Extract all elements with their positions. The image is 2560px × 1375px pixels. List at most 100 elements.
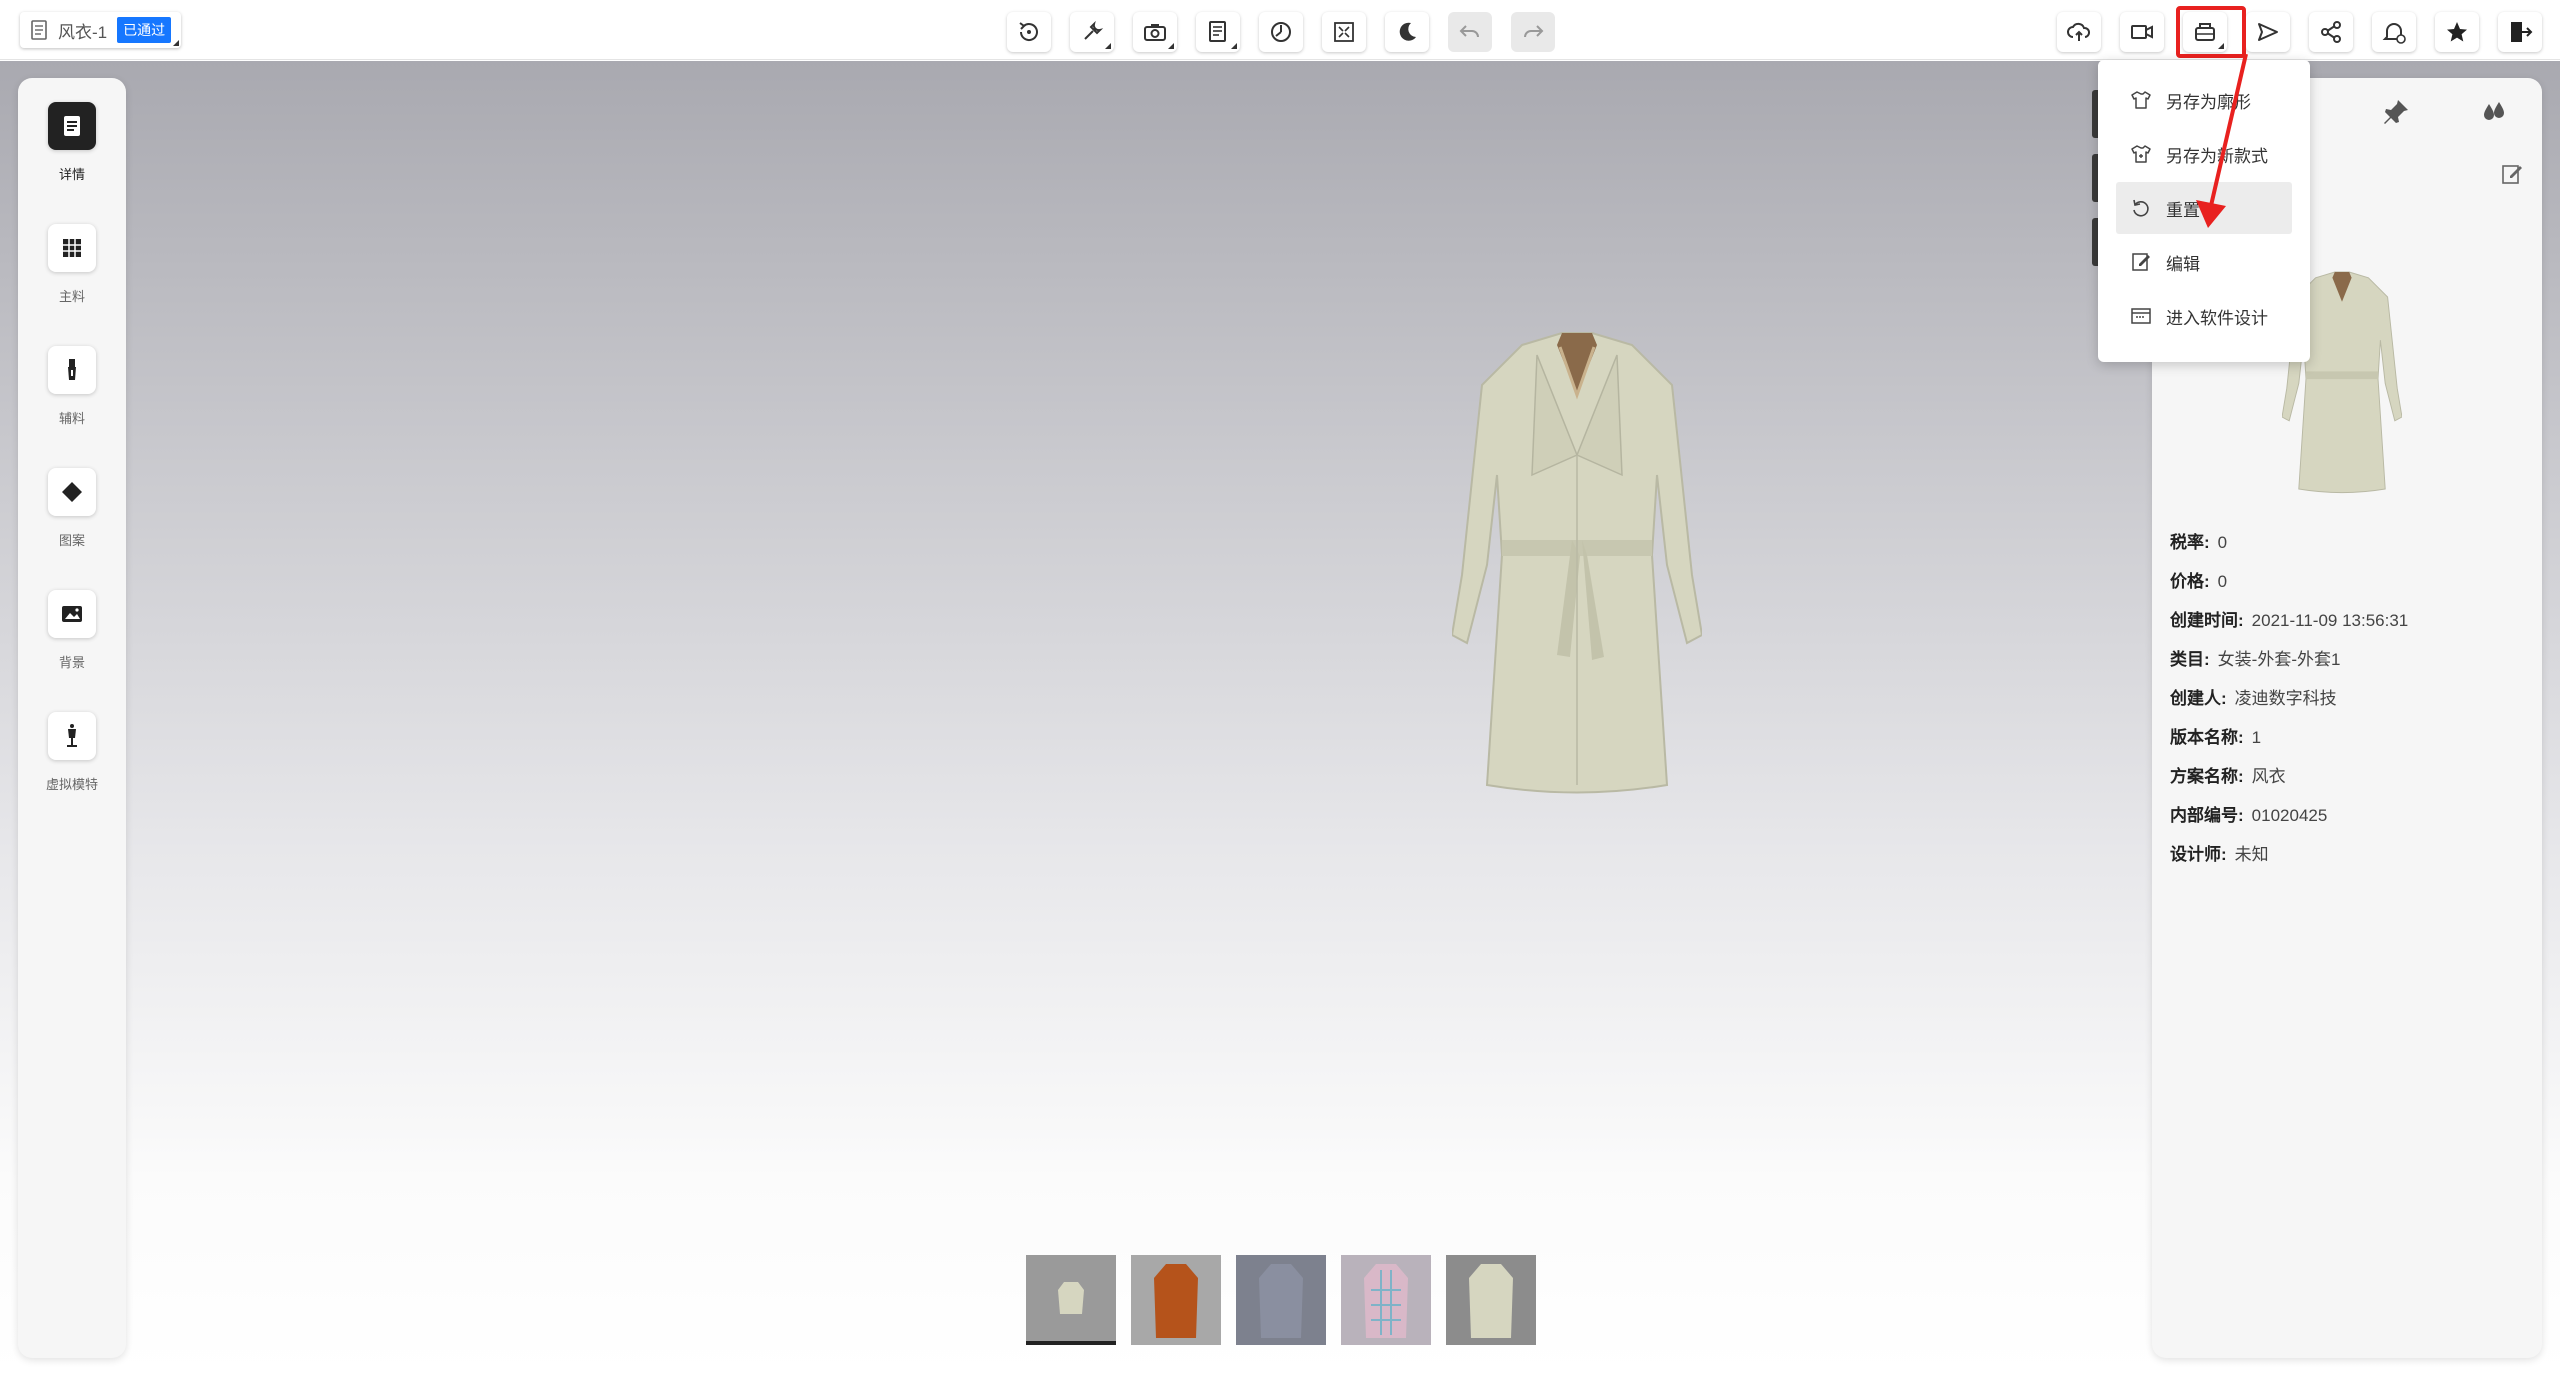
exit-button[interactable]: [2498, 12, 2542, 52]
undo-button[interactable]: [1448, 12, 1492, 52]
info-row-created-time: 创建时间: 2021-11-09 13:56:31: [2170, 606, 2408, 645]
status-badge: 已通过: [117, 17, 172, 43]
garment-3d-model[interactable]: [1452, 325, 1702, 795]
sidebar-item-accessories[interactable]: 辅料: [18, 346, 126, 456]
cloud-upload-button[interactable]: [2057, 12, 2101, 52]
document-title: 风衣-1: [58, 22, 108, 42]
menu-item-edit[interactable]: 编辑: [2116, 236, 2292, 288]
sidebar-item-fabric[interactable]: 主料: [18, 224, 126, 334]
screenshot-button[interactable]: [1133, 12, 1177, 52]
save-as-icon: [2195, 23, 2215, 41]
dark-mode-button[interactable]: [1385, 12, 1429, 52]
info-key: 税率:: [2170, 533, 2210, 552]
top-toolbar: 风衣-1 已通过: [0, 0, 2560, 60]
background-icon-box: [48, 590, 96, 638]
menu-item-reset[interactable]: 重置: [2116, 182, 2292, 234]
menu-item-enter-software-design[interactable]: 进入软件设计: [2116, 290, 2292, 342]
sidebar-item-background[interactable]: 背景: [18, 590, 126, 700]
sidebar-item-virtual-model[interactable]: 虚拟模特: [18, 712, 126, 822]
undo-icon: [1459, 25, 1479, 38]
tools-button[interactable]: [1070, 12, 1114, 52]
info-key: 类目:: [2170, 650, 2210, 669]
sidebar-item-label: 虚拟模特: [45, 777, 98, 792]
save-as-button[interactable]: [2183, 12, 2227, 52]
thumbnail-plaid-coat[interactable]: [1341, 1255, 1431, 1345]
info-row-internal-number: 内部编号: 01020425: [2170, 801, 2408, 840]
sidebar-item-pattern[interactable]: 图案: [18, 468, 126, 578]
send-icon: [2258, 23, 2278, 41]
dropdown-corner-icon: [1168, 43, 1174, 49]
info-row-creator: 创建人: 凌迪数字科技: [2170, 684, 2408, 723]
menu-item-save-as-silhouette[interactable]: 另存为廓形: [2116, 74, 2292, 126]
details-info-list: 税率: 0 价格: 0 创建时间: 2021-11-09 13:56:31 类目: 女装…: [2170, 528, 2408, 879]
background-image-icon: [62, 606, 82, 622]
menu-item-label: 另存为新款式: [2166, 146, 2268, 166]
sidebar-item-label: 图案: [58, 533, 85, 548]
sidebar-item-label: 辅料: [58, 411, 85, 426]
star-icon: [2447, 22, 2467, 42]
save-as-dropdown-menu: 另存为廓形 另存为新款式 重置 编辑 进入软件设计: [2098, 60, 2310, 362]
info-key: 方案名称:: [2170, 767, 2244, 786]
bell-settings-button[interactable]: [2372, 12, 2416, 52]
sidebar-item-details[interactable]: 详情: [18, 102, 126, 212]
bell-settings-icon: [2382, 23, 2406, 44]
document-title-tag[interactable]: 风衣-1 已通过: [20, 12, 182, 48]
timer-icon: [1271, 22, 1291, 42]
menu-item-label: 重置: [2166, 200, 2200, 220]
info-key: 版本名称:: [2170, 728, 2244, 747]
send-button[interactable]: [2246, 12, 2290, 52]
pattern-icon-box: [48, 468, 96, 516]
dropdown-corner-icon: [2218, 43, 2224, 49]
redo-button[interactable]: [1511, 12, 1555, 52]
info-value: 2021-11-09 13:56:31: [2251, 611, 2409, 630]
menu-item-save-as-new-style[interactable]: 另存为新款式: [2116, 128, 2292, 180]
details-icon-box: [48, 102, 96, 150]
thumbnail-orange-coat[interactable]: [1131, 1255, 1221, 1345]
coat-thumbnail-icon: [1364, 1264, 1408, 1338]
document-icon: [31, 20, 47, 40]
sidebar-item-label: 详情: [58, 167, 85, 182]
dropdown-corner-icon: [1231, 43, 1237, 49]
document-icon: [1209, 21, 1226, 42]
timer-button[interactable]: [1259, 12, 1303, 52]
document-button[interactable]: [1196, 12, 1240, 52]
rotate-icon: [1019, 22, 1038, 41]
pin-icon[interactable]: [2380, 96, 2412, 128]
info-row-category: 类目: 女装-外套-外套1: [2170, 645, 2408, 684]
shirt-plus-icon: [2131, 145, 2151, 163]
info-key: 价格:: [2170, 572, 2210, 591]
left-sidebar: 详情 主料 辅料 图案 背景 虚拟模特: [18, 78, 126, 1358]
favorite-button[interactable]: [2435, 12, 2479, 52]
info-row-version-name: 版本名称: 1: [2170, 723, 2408, 762]
software-design-icon: [2131, 308, 2151, 324]
redo-icon: [1524, 25, 1544, 38]
info-value: 凌迪数字科技: [2234, 689, 2337, 708]
thumbnail-gray-coat[interactable]: [1236, 1255, 1326, 1345]
video-button[interactable]: [2120, 12, 2164, 52]
camera-icon: [1144, 24, 1166, 41]
cloud-upload-icon: [2067, 22, 2091, 41]
info-row-plan-name: 方案名称: 风衣: [2170, 762, 2408, 801]
reset-icon: [2133, 199, 2149, 217]
info-value: 未知: [2234, 845, 2269, 864]
fabric-grid-icon: [63, 239, 81, 257]
share-button[interactable]: [2309, 12, 2353, 52]
menu-item-label: 编辑: [2166, 254, 2200, 274]
edit-icon[interactable]: [2500, 162, 2524, 186]
details-icon: [64, 116, 80, 136]
info-row-price: 价格: 0: [2170, 567, 2408, 606]
thumbnail-beige-trench-coat[interactable]: [1446, 1255, 1536, 1345]
moon-icon: [1399, 22, 1416, 41]
fullscreen-button[interactable]: [1322, 12, 1366, 52]
thumbnail-trench-coat-small[interactable]: [1026, 1255, 1116, 1345]
rotate-button[interactable]: [1007, 12, 1051, 52]
exit-icon: [2511, 22, 2533, 42]
info-row-designer: 设计师: 未知: [2170, 840, 2408, 879]
dropdown-corner-icon: [173, 40, 180, 46]
coat-thumbnail-icon: [1154, 1264, 1198, 1338]
pattern-icon: [62, 482, 82, 502]
shirt-icon: [2131, 91, 2151, 109]
coat-thumbnail-icon: [1469, 1264, 1513, 1338]
color-drops-icon[interactable]: [2478, 96, 2510, 128]
zipper-icon-box: [48, 346, 96, 394]
